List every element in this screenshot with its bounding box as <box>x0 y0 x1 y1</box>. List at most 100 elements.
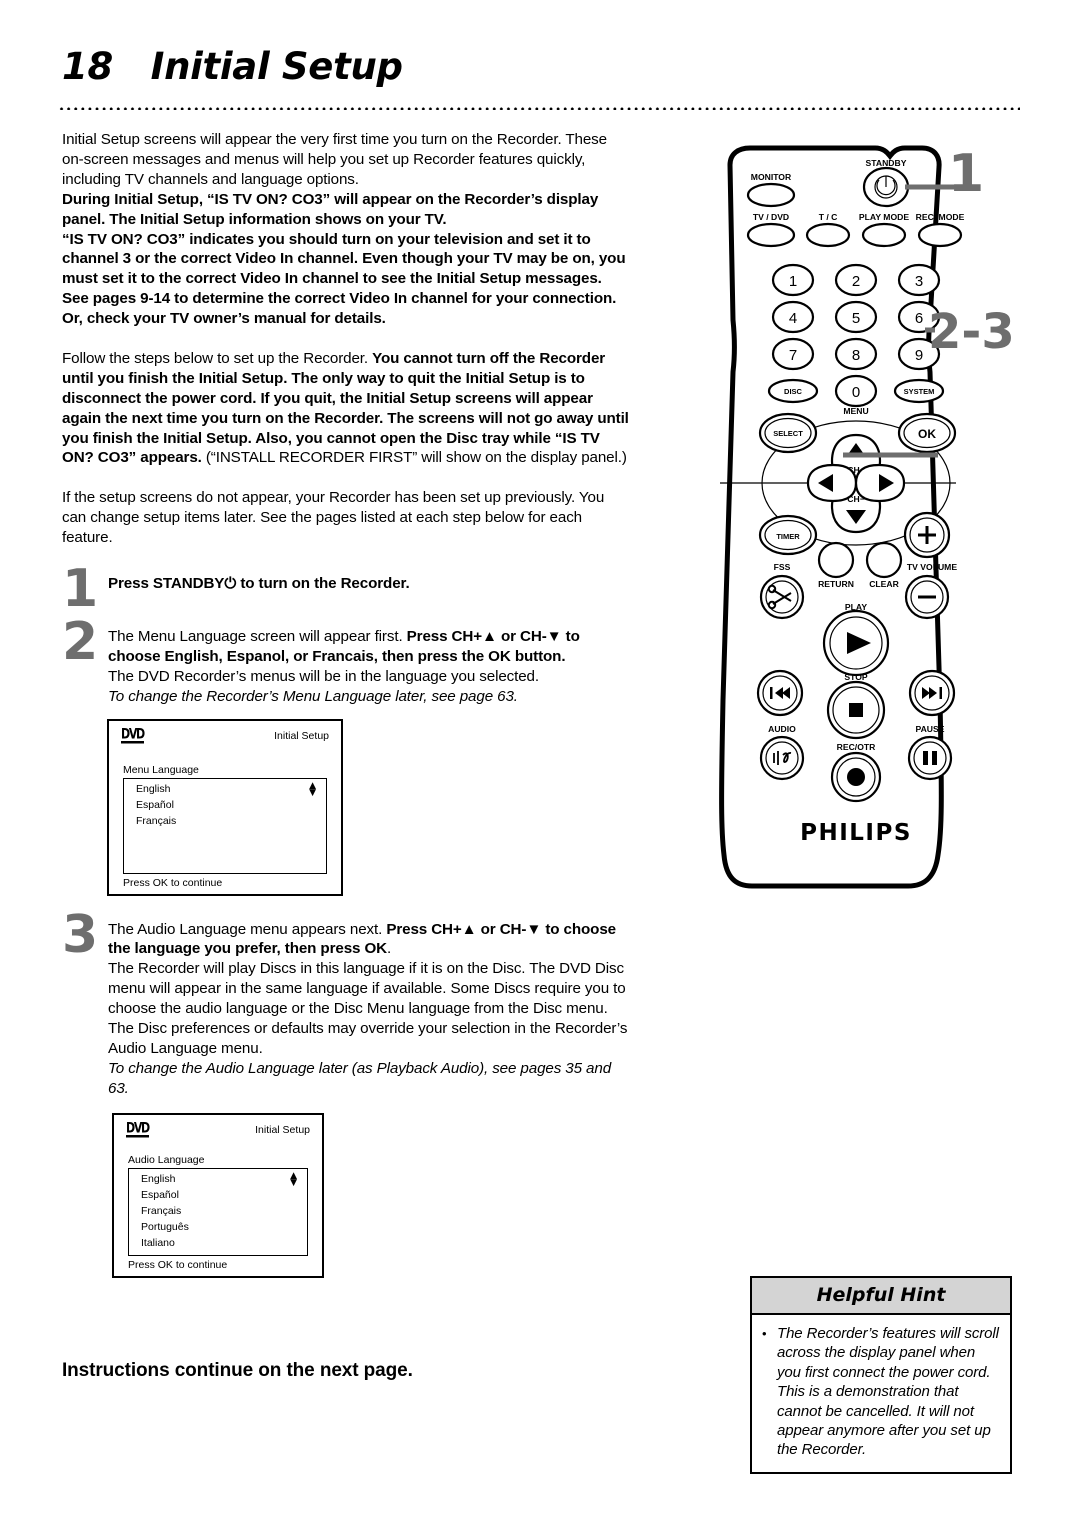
helpful-hint-title: Helpful Hint <box>752 1278 1010 1315</box>
step-2-number: 2 <box>62 611 99 672</box>
screen-1-title: Initial Setup <box>274 729 329 742</box>
scroll-down-arrow-icon[interactable]: ▼ <box>290 1178 297 1187</box>
record-icon <box>847 768 865 786</box>
svg-text:2: 2 <box>852 273 860 290</box>
list-item[interactable]: English <box>124 782 326 798</box>
tc-label: T / C <box>819 212 838 222</box>
screen-mockup-audio-language: DVD Initial Setup Audio Language ▲ ▼ Eng… <box>112 1112 324 1278</box>
screen-2-footer: Press OK to continue <box>128 1258 228 1271</box>
screen-1-field-label: Menu Language <box>123 763 199 776</box>
tv-dvd-label: TV / DVD <box>753 212 789 222</box>
list-item[interactable]: Português <box>129 1220 307 1236</box>
standby-label: STANDBY <box>866 158 907 168</box>
monitor-label: MONITOR <box>751 172 792 182</box>
stop-icon <box>849 703 863 717</box>
intro-paragraph-2: During Initial Setup, “IS TV ON? CO3” wi… <box>62 190 632 230</box>
pause-label: PAUSE <box>916 724 945 734</box>
rec-otr-label: REC/OTR <box>837 742 876 752</box>
scroll-down-arrow-icon[interactable]: ▼ <box>309 788 316 797</box>
screen-2-field-label: Audio Language <box>128 1153 205 1166</box>
stop-label: STOP <box>844 672 868 682</box>
step-2: 2 The Menu Language screen will appear f… <box>62 616 632 707</box>
select-label: SELECT <box>773 429 803 438</box>
play-mode-button <box>861 222 907 248</box>
rec-mode-button <box>917 222 963 248</box>
intro-paragraph-4: Follow the steps below to set up the Rec… <box>62 349 632 468</box>
svg-text:7: 7 <box>789 347 797 364</box>
menu-label: MENU <box>843 406 868 416</box>
intro-paragraph-3-bold: “IS TV ON? CO3” indicates you should tur… <box>62 230 626 328</box>
screen-1-topbar: DVD Initial Setup <box>109 721 341 744</box>
dvd-logo-icon: DVD <box>126 1119 150 1138</box>
remote-control-illustration: .rbody { fill:#fff; stroke:#000; stroke-… <box>690 140 1080 900</box>
scroll-arrows-icon[interactable]: ▲ ▼ <box>290 1171 297 1187</box>
step-3-number: 3 <box>62 904 99 965</box>
screen-1-option-list[interactable]: ▲ ▼ English Español Français <box>123 777 327 874</box>
list-item[interactable]: Français <box>124 814 326 830</box>
clear-label: CLEAR <box>869 579 899 589</box>
svg-text:0: 0 <box>852 384 860 401</box>
step-3-normal-text: The Recorder will play Discs in this lan… <box>108 960 628 1057</box>
step-3-italic-note: To change the Audio Language later (as P… <box>108 1059 612 1097</box>
p4-lead: Follow the steps below to set up the Rec… <box>62 349 373 367</box>
screen-1-footer: Press OK to continue <box>123 876 223 889</box>
list-item[interactable]: English <box>129 1172 307 1188</box>
bullet-icon: • <box>762 1326 767 1341</box>
svg-text:4: 4 <box>789 310 797 327</box>
remote-control-svg: .rbody { fill:#fff; stroke:#000; stroke-… <box>719 145 965 889</box>
step-1-number: 1 <box>62 559 99 619</box>
helpful-hint-content: • The Recorder’s features will scroll ac… <box>752 1315 1010 1472</box>
callout-step-1: 1 <box>948 144 985 204</box>
intro-paragraph-2-bold: During Initial Setup, “IS TV ON? CO3” wi… <box>62 190 599 228</box>
main-text-column: Initial Setup screens will appear the ve… <box>62 130 632 1278</box>
intro-paragraph-3: “IS TV ON? CO3” indicates you should tur… <box>62 230 632 330</box>
screen-2-topbar: DVD Initial Setup <box>114 1115 322 1138</box>
step-2-italic-note: To change the Recorder’s Menu Language l… <box>108 687 518 705</box>
audio-label: AUDIO <box>768 724 796 734</box>
pause-button <box>907 735 953 781</box>
svg-text:5: 5 <box>852 310 860 327</box>
step-3: 3 The Audio Language menu appears next. … <box>62 909 632 1099</box>
tv-dvd-button <box>746 222 796 248</box>
tv-volume-label: TV VOLUME <box>907 562 957 572</box>
screen-mockup-menu-language: DVD Initial Setup Menu Language ▲ ▼ Engl… <box>107 718 343 896</box>
helpful-hint-box: Helpful Hint • The Recorder’s features w… <box>750 1276 1012 1474</box>
step-1-body: Press STANDBY⏻ to turn on the Recorder. <box>108 574 632 594</box>
fss-label: FSS <box>774 562 791 572</box>
rec-mode-label: REC. MODE <box>916 212 965 222</box>
page-header: 18 Initial Setup <box>62 48 1022 85</box>
step-1-bold-text: Press STANDBY⏻ to turn on the Recorder. <box>108 575 410 592</box>
screen-2-option-list[interactable]: ▲ ▼ English Español Français Português I… <box>128 1167 308 1256</box>
step-3-bold-tail: . <box>387 940 392 958</box>
svg-text:3: 3 <box>915 273 923 290</box>
svg-text:8: 8 <box>852 347 860 364</box>
callout-step-2-3: 2-3 <box>928 304 1015 360</box>
list-item[interactable]: Español <box>129 1188 307 1204</box>
step-3-lead: The Audio Language menu appears next. <box>108 920 387 938</box>
list-item[interactable]: Français <box>129 1204 307 1220</box>
helpful-hint-text: The Recorder’s features will scroll acro… <box>777 1325 999 1459</box>
play-mode-label: PLAY MODE <box>859 212 909 222</box>
p4-tail: (“INSTALL RECORDER FIRST” will show on t… <box>205 449 627 467</box>
philips-brand-logo: PHILIPS <box>800 820 912 846</box>
audio-button <box>759 735 805 781</box>
return-button <box>817 541 855 579</box>
step-2-body: The Menu Language screen will appear fir… <box>108 627 632 707</box>
continue-notice: Instructions continue on the next page. <box>62 1360 413 1381</box>
svg-text:1: 1 <box>789 273 797 290</box>
disc-label: DISC <box>784 387 803 396</box>
ok-label: OK <box>918 427 936 441</box>
dvd-logo-icon: DVD <box>121 725 145 744</box>
svg-text:6: 6 <box>915 310 923 327</box>
page-title: 18 Initial Setup <box>62 45 403 88</box>
monitor-button <box>746 182 796 208</box>
timer-label: TIMER <box>776 532 800 541</box>
system-label: SYSTEM <box>904 387 935 396</box>
step-2-lead: The Menu Language screen will appear fir… <box>108 627 407 645</box>
list-item[interactable]: Español <box>124 798 326 814</box>
step-2-normal-text: The DVD Recorder’s menus will be in the … <box>108 667 539 685</box>
return-label: RETURN <box>818 579 854 589</box>
step-3-body: The Audio Language menu appears next. Pr… <box>108 920 632 1099</box>
list-item[interactable]: Italiano <box>129 1236 307 1252</box>
scroll-arrows-icon[interactable]: ▲ ▼ <box>309 781 316 797</box>
